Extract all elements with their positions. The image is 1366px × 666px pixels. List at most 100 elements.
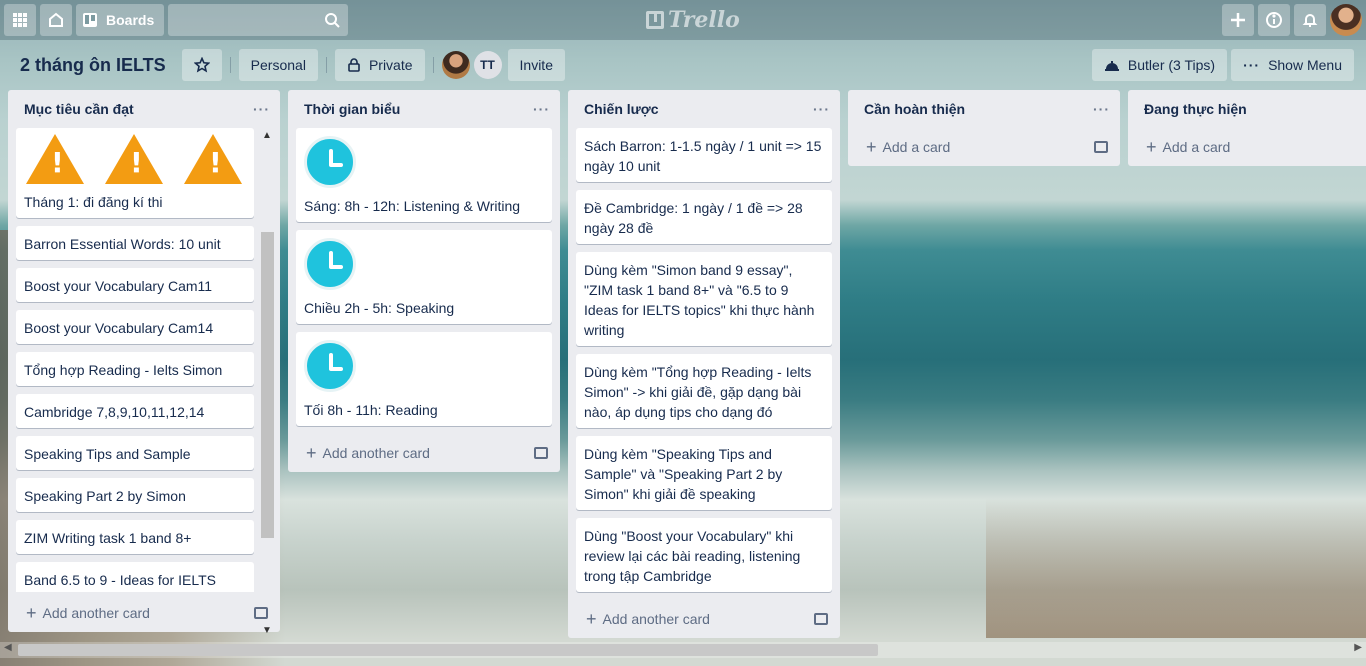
list-thoi-gian-bieu: Thời gian biểu ··· Sáng: 8h - 12h: Liste… xyxy=(288,90,560,472)
list-card[interactable]: ZIM Writing task 1 band 8+ xyxy=(16,520,254,554)
plus-icon: + xyxy=(866,136,877,157)
warning-icon: ! xyxy=(26,134,84,186)
clock-icon xyxy=(304,340,356,392)
list-card[interactable]: Đề Cambridge: 1 ngày / 1 đề => 28 ngày 2… xyxy=(576,190,832,244)
list-dang-thuc-hien: Đang thực hiện + Add a card xyxy=(1128,90,1366,166)
invite-button[interactable]: Invite xyxy=(507,49,565,81)
list-scrollbar[interactable]: ▲ ▼ xyxy=(259,128,276,638)
list-menu-icon[interactable]: ··· xyxy=(533,101,550,117)
scroll-up-icon[interactable]: ▲ xyxy=(262,130,272,141)
boards-button[interactable]: Boards xyxy=(76,4,165,36)
add-card-label: Add another card xyxy=(602,611,710,627)
team-button[interactable]: Personal xyxy=(238,49,318,81)
list-title[interactable]: Mục tiêu cần đạt xyxy=(24,101,134,117)
background-grass xyxy=(986,498,1366,638)
list-muc-tieu: Mục tiêu cần đạt ··· ! ! ! Tháng 1: đi đ… xyxy=(8,90,280,636)
list-card[interactable]: Cambridge 7,8,9,10,11,12,14 xyxy=(16,394,254,428)
list-title[interactable]: Đang thực hiện xyxy=(1144,101,1247,117)
grid-icon xyxy=(13,13,27,27)
member-initials[interactable]: TT xyxy=(473,51,502,79)
card-title: Tối 8h - 11h: Reading xyxy=(304,402,438,418)
list-card[interactable]: Dùng kèm "Simon band 9 essay", "ZIM task… xyxy=(576,252,832,346)
add-card-button[interactable]: + Add another card xyxy=(306,443,430,464)
list-menu-icon[interactable]: ··· xyxy=(253,101,270,117)
member-avatar[interactable] xyxy=(441,51,470,79)
visibility-button[interactable]: Private xyxy=(334,49,425,81)
clock-icon xyxy=(304,238,356,290)
info-button[interactable] xyxy=(1258,4,1290,36)
star-button[interactable] xyxy=(181,49,222,81)
add-card-label: Add a card xyxy=(882,139,951,155)
add-card-button[interactable]: + Add a card xyxy=(866,137,950,158)
add-card-button[interactable]: + Add another card xyxy=(26,603,150,624)
show-menu-label: Show Menu xyxy=(1268,57,1342,73)
plus-icon: + xyxy=(306,442,317,463)
board-icon xyxy=(83,13,97,27)
board-header: 2 tháng ôn IELTS Personal Private TT Inv… xyxy=(0,40,1366,90)
top-navbar: Boards Trello xyxy=(0,0,1366,40)
more-icon: ··· xyxy=(1243,57,1261,73)
trello-logo-icon xyxy=(646,11,664,29)
home-icon xyxy=(49,12,63,27)
list-title[interactable]: Chiến lược xyxy=(584,101,659,117)
list-card[interactable]: Sáng: 8h - 12h: Listening & Writing xyxy=(296,128,552,222)
list-card[interactable]: Boost your Vocabulary Cam14 xyxy=(16,310,254,344)
list-card[interactable]: Boost your Vocabulary Cam11 xyxy=(16,268,254,302)
list-card[interactable]: Chiều 2h - 5h: Speaking xyxy=(296,230,552,324)
clock-icon xyxy=(304,136,356,188)
scrollbar-thumb[interactable] xyxy=(261,232,274,538)
list-card[interactable]: Sách Barron: 1-1.5 ngày / 1 unit => 15 n… xyxy=(576,128,832,182)
list-chien-luoc: Chiến lược ··· Sách Barron: 1-1.5 ngày /… xyxy=(568,90,840,638)
card-template-icon[interactable] xyxy=(254,607,268,619)
board-horizontal-scrollbar[interactable]: ◀ ▶ xyxy=(0,642,1366,658)
warning-icon: ! xyxy=(184,134,242,186)
add-card-label: Add a card xyxy=(1162,139,1231,155)
notifications-button[interactable] xyxy=(1294,4,1326,36)
info-icon xyxy=(1266,12,1282,28)
scroll-left-icon[interactable]: ◀ xyxy=(4,642,12,653)
divider xyxy=(229,57,231,73)
create-button[interactable] xyxy=(1222,4,1254,36)
lock-icon xyxy=(348,58,360,72)
home-button[interactable] xyxy=(40,4,72,36)
add-card-button[interactable]: + Add a card xyxy=(1146,137,1230,158)
card-title: Tháng 1: đi đăng kí thi xyxy=(24,194,163,210)
card-template-icon[interactable] xyxy=(1094,141,1108,153)
plus-icon xyxy=(1231,13,1245,27)
list-card[interactable]: Speaking Part 2 by Simon xyxy=(16,478,254,512)
user-avatar[interactable] xyxy=(1330,4,1362,36)
list-card[interactable]: ! ! ! Tháng 1: đi đăng kí thi xyxy=(16,128,254,218)
warning-icon: ! xyxy=(105,134,163,186)
card-cover: ! ! ! xyxy=(24,134,246,192)
list-card[interactable]: Dùng kèm "Speaking Tips and Sample" và "… xyxy=(576,436,832,510)
apps-button[interactable] xyxy=(4,4,36,36)
add-card-button[interactable]: + Add another card xyxy=(586,609,710,630)
list-title[interactable]: Thời gian biểu xyxy=(304,101,400,117)
search-input[interactable] xyxy=(168,4,349,36)
butler-button[interactable]: Butler (3 Tips) xyxy=(1091,49,1228,81)
list-card[interactable]: Speaking Tips and Sample xyxy=(16,436,254,470)
list-can-hoan-thien: Cần hoàn thiện ··· + Add a card xyxy=(848,90,1120,166)
scroll-right-icon[interactable]: ▶ xyxy=(1354,642,1362,653)
list-title[interactable]: Cần hoàn thiện xyxy=(864,101,965,117)
star-icon xyxy=(193,57,210,73)
trello-logo[interactable]: Trello xyxy=(646,6,740,34)
list-card[interactable]: Dùng "Boost your Vocabulary" khi review … xyxy=(576,518,832,592)
list-menu-icon[interactable]: ··· xyxy=(1093,101,1110,117)
list-card[interactable]: Barron Essential Words: 10 unit xyxy=(16,226,254,260)
list-card[interactable]: Tổng hợp Reading - Ielts Simon xyxy=(16,352,254,386)
add-card-label: Add another card xyxy=(42,605,150,621)
bell-icon xyxy=(1302,14,1318,27)
card-template-icon[interactable] xyxy=(534,447,548,459)
list-card[interactable]: Band 6.5 to 9 - Ideas for IELTS topics xyxy=(16,562,254,592)
scrollbar-thumb[interactable] xyxy=(18,644,878,656)
card-template-icon[interactable] xyxy=(814,613,828,625)
plus-icon: + xyxy=(26,602,37,623)
list-card[interactable]: Tối 8h - 11h: Reading xyxy=(296,332,552,426)
boards-label: Boards xyxy=(106,12,155,28)
list-menu-icon[interactable]: ··· xyxy=(813,101,830,117)
divider xyxy=(325,57,327,73)
board-title[interactable]: 2 tháng ôn IELTS xyxy=(12,55,174,76)
list-card[interactable]: Dùng kèm "Tổng hợp Reading - Ielts Simon… xyxy=(576,354,832,428)
show-menu-button[interactable]: ··· Show Menu xyxy=(1231,49,1354,81)
